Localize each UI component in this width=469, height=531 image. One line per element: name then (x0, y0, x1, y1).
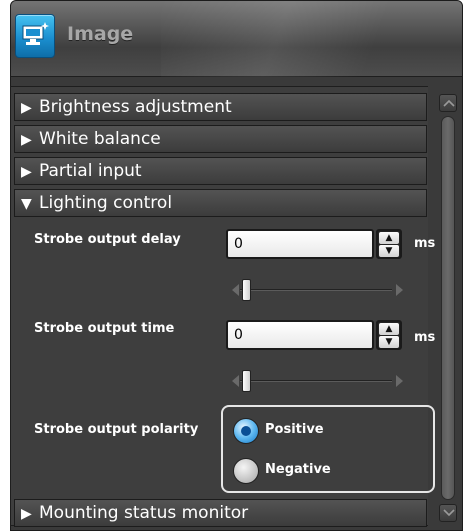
slider-left-arrow-icon[interactable] (232, 375, 239, 387)
radio-positive-label: Positive (265, 422, 324, 437)
section-label: White balance (39, 129, 161, 149)
strobe-time-slider[interactable] (232, 370, 404, 392)
slider-thumb[interactable] (242, 370, 251, 392)
expand-arrow-icon: ▶ (21, 132, 32, 148)
expand-arrow-icon: ▶ (21, 506, 32, 522)
title-bar: Image (11, 1, 462, 77)
slider-left-arrow-icon[interactable] (232, 284, 239, 296)
image-display-icon (15, 14, 55, 58)
polarity-radio-group: Positive Negative (221, 405, 435, 493)
slider-right-arrow-icon[interactable] (396, 375, 403, 387)
scroll-thumb[interactable] (441, 116, 455, 500)
section-lighting-control[interactable]: ▼ Lighting control (14, 189, 427, 217)
strobe-delay-slider[interactable] (232, 279, 404, 301)
strobe-time-unit: ms (414, 330, 436, 345)
radio-selected-icon[interactable] (233, 418, 259, 444)
slider-thumb[interactable] (242, 279, 251, 301)
strobe-delay-unit: ms (414, 236, 436, 251)
strobe-delay-input[interactable]: 0 (226, 229, 374, 259)
down-arrow-icon[interactable]: ▼ (379, 336, 399, 348)
section-white-balance[interactable]: ▶ White balance (14, 125, 427, 153)
scroll-up-icon[interactable] (439, 94, 457, 112)
strobe-time-label: Strobe output time (34, 321, 175, 336)
title-bar-sheen (161, 1, 421, 77)
down-arrow-icon[interactable]: ▼ (379, 245, 399, 257)
vertical-scrollbar[interactable] (438, 94, 458, 524)
section-label: Lighting control (39, 193, 173, 213)
section-mounting-status-monitor[interactable]: ▶ Mounting status monitor (14, 499, 427, 527)
strobe-time-input[interactable]: 0 (226, 320, 374, 350)
section-brightness-adjustment[interactable]: ▶ Brightness adjustment (14, 93, 427, 121)
up-arrow-icon[interactable]: ▲ (379, 323, 399, 335)
scroll-down-icon[interactable] (439, 504, 457, 522)
section-partial-input[interactable]: ▶ Partial input (14, 157, 427, 185)
slider-track-line (240, 380, 392, 382)
section-label: Partial input (39, 161, 142, 181)
strobe-time-spinner: ▲ ▼ (376, 320, 402, 350)
radio-unselected-icon[interactable] (233, 458, 259, 484)
radio-negative-label: Negative (265, 462, 331, 477)
expand-arrow-icon: ▶ (21, 164, 32, 180)
section-label: Brightness adjustment (39, 97, 232, 117)
strobe-polarity-label: Strobe output polarity (34, 422, 199, 437)
strobe-delay-spinner: ▲ ▼ (376, 229, 402, 259)
expand-arrow-icon: ▶ (21, 100, 32, 116)
window-title: Image (67, 23, 134, 45)
slider-track-line (240, 289, 392, 291)
section-label: Mounting status monitor (39, 503, 249, 523)
up-arrow-icon[interactable]: ▲ (379, 232, 399, 244)
strobe-delay-label: Strobe output delay (34, 232, 181, 247)
collapse-arrow-icon: ▼ (21, 196, 32, 212)
slider-right-arrow-icon[interactable] (396, 284, 403, 296)
